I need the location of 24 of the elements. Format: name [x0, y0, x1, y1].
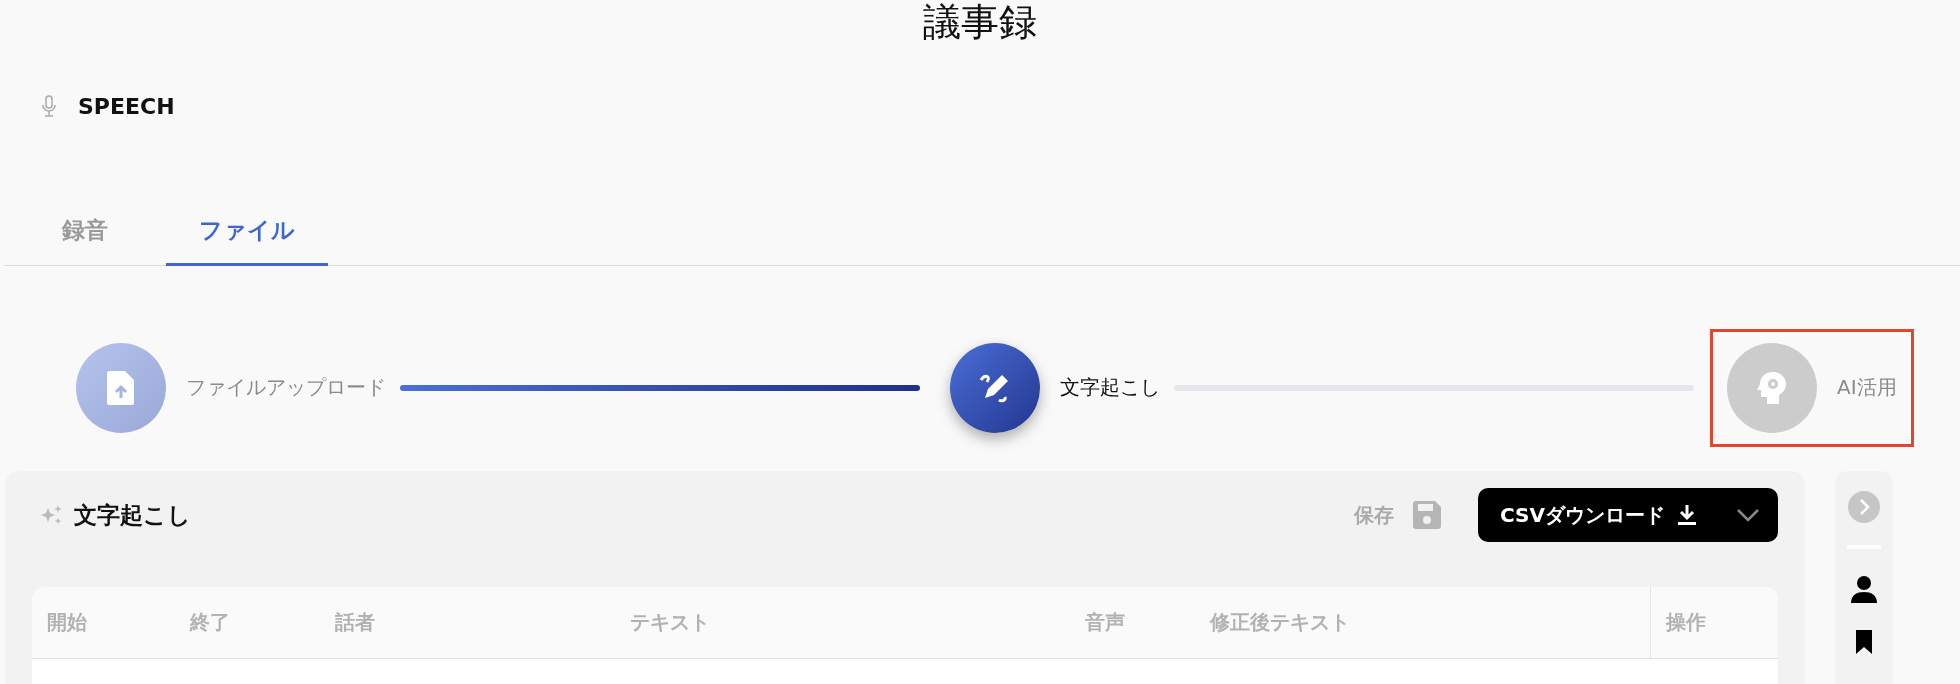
- tab[interactable]: ファイル: [166, 210, 328, 266]
- download-icon: [1676, 504, 1697, 526]
- tab[interactable]: 録音: [4, 210, 166, 266]
- bookmark-icon[interactable]: [1855, 629, 1873, 655]
- column-header: 修正後テキスト: [1209, 609, 1351, 636]
- page-title: 議事録: [922, 0, 1038, 44]
- column-header: 音声: [1084, 609, 1126, 636]
- step-label: 文字起こし: [1060, 374, 1160, 401]
- csv-download-button[interactable]: CSVダウンロード: [1478, 488, 1778, 542]
- sparkle-icon: [40, 504, 64, 526]
- section-label: SPEECH: [78, 93, 175, 119]
- column-header: テキスト: [629, 609, 711, 636]
- step-label: ファイルアップロード: [186, 374, 386, 401]
- column-header: 話者: [334, 609, 376, 636]
- microphone-icon: [42, 95, 56, 117]
- step-label: AI活用: [1837, 374, 1897, 401]
- chevron-down-icon: [1736, 508, 1760, 522]
- column-header: 開始: [46, 609, 88, 636]
- head-gear-icon: [1757, 370, 1787, 405]
- panel-title: 文字起こし: [74, 500, 191, 530]
- column-header: 終了: [188, 609, 231, 636]
- column-header: 操作: [1650, 587, 1778, 658]
- file-upload-icon: [106, 369, 136, 406]
- person-icon[interactable]: [1850, 575, 1878, 603]
